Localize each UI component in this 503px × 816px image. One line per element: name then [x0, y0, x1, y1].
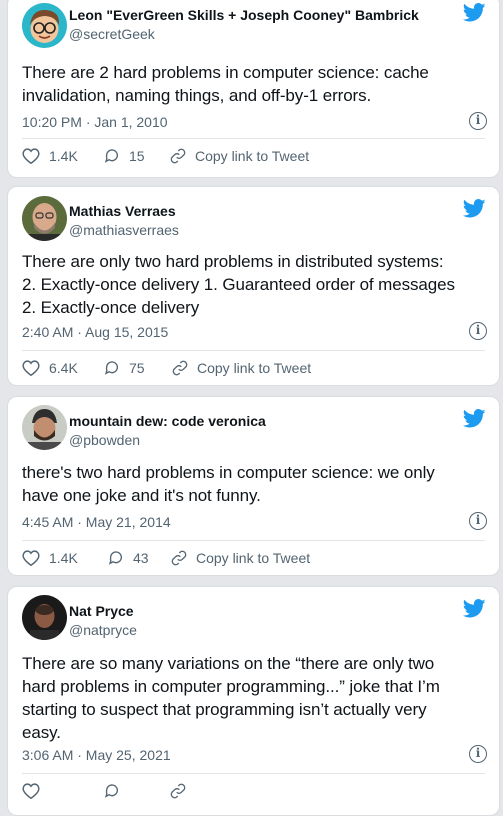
reply-count: 15 [129, 148, 145, 164]
like-button[interactable]: 1.4K [22, 148, 78, 164]
link-icon [170, 148, 186, 164]
tweet-header: Nat Pryce @natpryce [8, 587, 499, 647]
copy-link-button[interactable]: Copy link to Tweet [172, 360, 311, 376]
tweet-actions: 1.4K 43 Copy link to Tweet [22, 550, 485, 572]
reply-icon [104, 361, 118, 375]
tweet-timestamp[interactable]: 10:20 PM · Jan 1, 2010 [22, 114, 168, 130]
tweet-text: There are only two hard problems in dist… [22, 252, 455, 317]
divider [22, 540, 485, 541]
tweet-header: mountain dew: code veronica @pbowden [8, 397, 499, 457]
avatar[interactable] [22, 3, 67, 48]
copy-link-label: Copy link to Tweet [196, 550, 311, 566]
twitter-bird-icon[interactable] [463, 599, 486, 618]
copy-link-button[interactable] [170, 783, 195, 799]
heart-icon [22, 550, 40, 566]
copy-link-button[interactable]: Copy link to Tweet [171, 550, 310, 566]
reply-button[interactable]: 43 [108, 550, 149, 566]
avatar[interactable] [22, 196, 67, 241]
tweet-card[interactable]: Nat Pryce @natpryce There are so many va… [7, 586, 500, 816]
tweet-text: There are so many variations on the “the… [22, 654, 440, 742]
reply-icon [104, 784, 118, 798]
author-handle[interactable]: @pbowden [69, 432, 140, 448]
info-icon[interactable]: i [469, 322, 487, 340]
tweet-card[interactable]: Leon "EverGreen Skills + Joseph Cooney" … [7, 0, 500, 178]
author-name[interactable]: Mathias Verraes [69, 203, 176, 219]
like-count: 1.4K [49, 148, 78, 164]
heart-icon [22, 360, 40, 376]
tweet-timestamp[interactable]: 2:40 AM · Aug 15, 2015 [22, 324, 168, 340]
tweet-actions: 6.4K 75 Copy link to Tweet [22, 360, 485, 382]
author-name[interactable]: mountain dew: code veronica [69, 413, 266, 429]
author-handle[interactable]: @natpryce [69, 622, 137, 638]
tweet-card[interactable]: mountain dew: code veronica @pbowden the… [7, 396, 500, 576]
tweet-card[interactable]: Mathias Verraes @mathiasverraes There ar… [7, 186, 500, 386]
heart-icon [22, 783, 40, 799]
info-icon[interactable]: i [469, 112, 487, 130]
avatar[interactable] [22, 405, 67, 450]
reply-button[interactable]: 75 [104, 360, 145, 376]
like-button[interactable]: 1.4K [22, 550, 78, 566]
tweet-timestamp[interactable]: 4:45 AM · May 21, 2014 [22, 514, 171, 530]
heart-icon [22, 148, 40, 164]
reply-button[interactable]: 15 [104, 148, 145, 164]
tweet-actions [22, 783, 485, 805]
author-name[interactable]: Nat Pryce [69, 603, 134, 619]
tweet-header: Mathias Verraes @mathiasverraes [8, 187, 499, 247]
author-handle[interactable]: @mathiasverraes [69, 222, 179, 238]
info-icon[interactable]: i [469, 745, 487, 763]
reply-count: 75 [129, 360, 145, 376]
reply-count: 43 [133, 550, 149, 566]
tweet-timestamp[interactable]: 3:06 AM · May 25, 2021 [22, 747, 171, 763]
like-count: 6.4K [49, 360, 78, 376]
reply-button[interactable] [104, 783, 129, 799]
reply-icon [104, 149, 118, 163]
author-name[interactable]: Leon "EverGreen Skills + Joseph Cooney" … [69, 7, 419, 23]
divider [22, 350, 485, 351]
tweet-text: There are 2 hard problems in computer sc… [22, 63, 429, 105]
author-handle[interactable]: @secretGeek [69, 26, 155, 42]
twitter-bird-icon[interactable] [463, 3, 486, 22]
link-icon [172, 360, 188, 376]
info-icon[interactable]: i [469, 512, 487, 530]
twitter-bird-icon[interactable] [463, 409, 486, 428]
like-button[interactable]: 6.4K [22, 360, 78, 376]
divider [22, 138, 485, 139]
divider [22, 773, 485, 774]
link-icon [171, 550, 187, 566]
tweet-actions: 1.4K 15 Copy link to Tweet [22, 148, 485, 170]
tweet-text: there's two hard problems in computer sc… [22, 463, 435, 505]
link-icon [170, 783, 186, 799]
copy-link-button[interactable]: Copy link to Tweet [170, 148, 309, 164]
copy-link-label: Copy link to Tweet [197, 360, 312, 376]
tweet-header: Leon "EverGreen Skills + Joseph Cooney" … [8, 1, 499, 61]
like-button[interactable] [22, 783, 49, 799]
twitter-bird-icon[interactable] [463, 199, 486, 218]
avatar[interactable] [22, 595, 67, 640]
reply-icon [108, 551, 122, 565]
like-count: 1.4K [49, 550, 78, 566]
copy-link-label: Copy link to Tweet [195, 148, 310, 164]
